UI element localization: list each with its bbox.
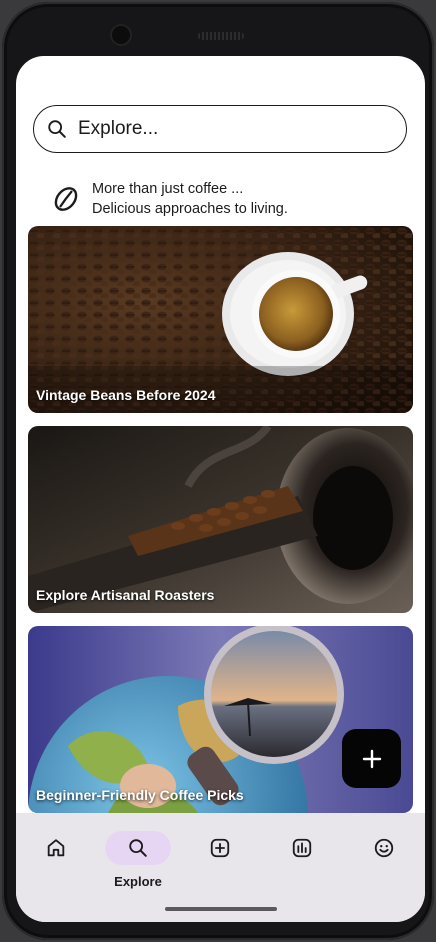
nav-item-stats[interactable] (272, 831, 332, 891)
front-camera (112, 26, 130, 44)
nav-item-explore[interactable]: Explore (105, 831, 171, 891)
search-placeholder: Explore... (78, 118, 159, 139)
add-box-icon (210, 838, 230, 858)
earpiece-speaker (198, 32, 244, 40)
search-bar[interactable]: Explore... (33, 105, 407, 153)
coffee-bean-icon (54, 187, 78, 211)
phone-frame: Explore... More than just coffee ... Del… (2, 2, 434, 940)
app-screen: Explore... More than just coffee ... Del… (16, 56, 425, 922)
tagline-line-2: Delicious approaches to living. (92, 201, 288, 217)
card-title: Explore Artisanal Roasters (36, 587, 215, 603)
nav-label-explore: Explore (114, 874, 162, 889)
nav-item-home[interactable] (26, 831, 86, 891)
bar-chart-icon (292, 838, 312, 858)
card-vintage-beans[interactable]: Vintage Beans Before 2024 (28, 226, 413, 413)
nav-item-profile[interactable] (354, 831, 414, 891)
smiley-icon (374, 838, 394, 858)
bottom-navigation: Explore (16, 813, 425, 922)
card-artisanal-roasters[interactable]: Explore Artisanal Roasters (28, 426, 413, 613)
search-icon (129, 839, 147, 857)
home-icon (47, 839, 65, 857)
nav-item-add[interactable] (190, 831, 250, 891)
coffee-cup-image (28, 226, 413, 413)
tagline: More than just coffee ... Delicious appr… (52, 178, 392, 220)
plus-icon (362, 749, 381, 768)
tagline-line-1: More than just coffee ... (92, 181, 244, 197)
card-title: Vintage Beans Before 2024 (36, 387, 216, 403)
active-indicator (105, 831, 171, 865)
gesture-home-indicator[interactable] (165, 907, 277, 911)
roaster-image (28, 426, 413, 613)
add-fab-button[interactable] (342, 729, 401, 788)
card-title: Beginner-Friendly Coffee Picks (36, 787, 244, 803)
search-icon (48, 120, 66, 138)
